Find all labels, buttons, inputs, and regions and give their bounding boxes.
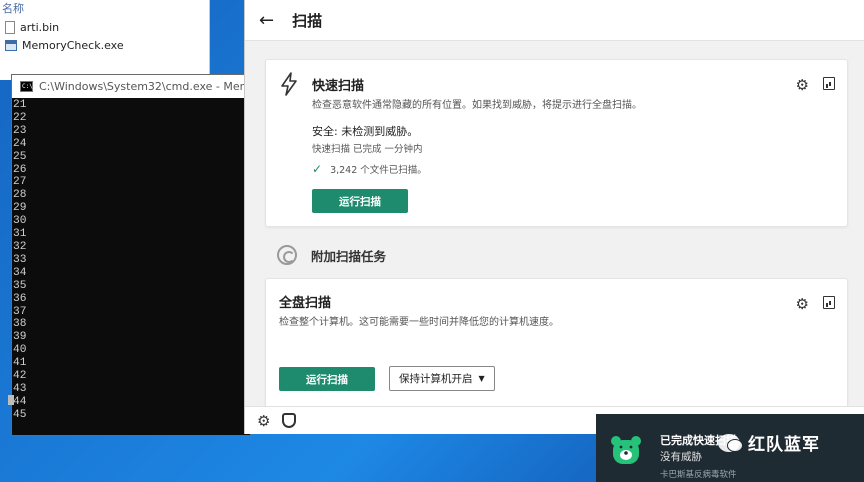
settings-gear-icon[interactable]: ⚙ — [257, 412, 270, 430]
scan-completed-time: 快速扫描 已完成 一分钟内 — [312, 144, 423, 155]
executable-icon — [5, 39, 17, 51]
quick-scan-actions: ⚙ — [796, 76, 835, 94]
cmd-window[interactable]: C:\ C:\Windows\System32\cmd.exe - Memory… — [8, 74, 251, 436]
page-title: 扫描 — [292, 11, 323, 30]
cmd-line: 36 — [13, 292, 27, 305]
cmd-line: 39 — [13, 331, 27, 344]
kaspersky-bear-icon — [611, 436, 641, 464]
toast-message: 没有威胁 — [660, 451, 702, 463]
back-arrow-icon[interactable]: ← — [259, 10, 274, 31]
cmd-line: 24 — [13, 137, 27, 150]
scroll-marker — [8, 395, 14, 405]
cmd-line: 38 — [13, 318, 27, 331]
toast-source: 卡巴斯基反病毒软件 — [660, 470, 737, 480]
cmd-icon: C:\ — [20, 81, 33, 92]
cmd-line: 23 — [13, 124, 27, 137]
shield-icon[interactable] — [282, 413, 297, 428]
full-scan-title: 全盘扫描 — [279, 296, 332, 311]
cmd-line: 34 — [13, 266, 27, 279]
cmd-line: 25 — [13, 150, 27, 163]
file-item-arti-bin[interactable]: arti.bin — [5, 19, 59, 35]
chat-bubble-icon — [718, 433, 743, 452]
additional-tasks-heading: 附加扫描任务 — [277, 245, 386, 265]
quick-scan-description: 检查恶意软件通常隐藏的所有位置。如果找到威胁，将提示进行全盘扫描。 — [312, 100, 642, 111]
file-name: arti.bin — [20, 20, 60, 34]
gear-icon[interactable]: ⚙ — [796, 76, 809, 94]
cmd-title: C:\Windows\System32\cmd.exe - MemoryChec… — [39, 80, 250, 93]
cmd-line: 32 — [13, 240, 27, 253]
scan-header: ← 扫描 — [245, 0, 864, 41]
cmd-line: 29 — [13, 202, 27, 215]
cmd-line: 35 — [13, 279, 27, 292]
file-explorer-window: 名称 arti.bin MemoryCheck.exe — [0, 0, 210, 80]
cmd-line: 41 — [13, 357, 27, 370]
full-scan-actions: ⚙ — [796, 295, 835, 313]
file-name: MemoryCheck.exe — [22, 38, 124, 52]
kaspersky-scan-window: ← 扫描 快速扫描 检查恶意软件通常隐藏的所有位置。如果找到威胁，将提示进行全盘… — [244, 0, 864, 434]
quick-scan-title: 快速扫描 — [312, 79, 365, 94]
file-item-memorycheck-exe[interactable]: MemoryCheck.exe — [5, 37, 124, 53]
cmd-line: 40 — [13, 344, 27, 357]
report-icon[interactable] — [823, 77, 835, 90]
full-scan-run-button[interactable]: 运行扫描 — [279, 367, 375, 391]
cmd-line: 44 — [13, 395, 27, 408]
report-icon[interactable] — [823, 296, 835, 309]
target-icon — [277, 245, 297, 265]
chevron-down-icon: ▼ — [478, 374, 485, 383]
full-scan-card: 全盘扫描 检查整个计算机。这可能需要一些时间并降低您的计算机速度。 ⚙ 运行扫描… — [265, 278, 848, 413]
quick-scan-run-button[interactable]: 运行扫描 — [312, 189, 408, 213]
files-scanned-count: 3,242 个文件已扫描。 — [330, 165, 427, 176]
cmd-line: 31 — [13, 228, 27, 241]
column-header-name[interactable]: 名称 — [2, 0, 24, 16]
cmd-titlebar[interactable]: C:\ C:\Windows\System32\cmd.exe - Memory… — [12, 75, 250, 98]
quick-scan-card: 快速扫描 检查恶意软件通常隐藏的所有位置。如果找到威胁，将提示进行全盘扫描。 ⚙… — [265, 59, 848, 227]
check-icon: ✓ — [312, 162, 323, 176]
lightning-icon — [281, 72, 297, 96]
cmd-line: 42 — [13, 370, 27, 383]
full-scan-description: 检查整个计算机。这可能需要一些时间并降低您的计算机速度。 — [279, 317, 559, 328]
cmd-line: 30 — [13, 215, 27, 228]
cmd-line: 37 — [13, 305, 27, 318]
keep-awake-label: 保持计算机开启 — [399, 373, 473, 385]
cmd-line: 26 — [13, 163, 27, 176]
cmd-line: 22 — [13, 111, 27, 124]
keep-awake-dropdown[interactable]: 保持计算机开启 ▼ — [389, 366, 495, 391]
gear-icon[interactable]: ⚙ — [796, 295, 809, 313]
file-icon — [5, 20, 15, 34]
watermark-text: 红队蓝军 — [748, 435, 820, 455]
scan-status: 安全: 未检测到威胁。 — [312, 125, 419, 138]
cmd-line: 21 — [13, 99, 27, 111]
files-scanned-row: ✓ 3,242 个文件已扫描。 — [312, 162, 427, 176]
cmd-line: 43 — [13, 382, 27, 395]
cmd-line: 28 — [13, 189, 27, 202]
cmd-line: 33 — [13, 253, 27, 266]
cmd-line: 45 — [13, 408, 27, 421]
cmd-line: 27 — [13, 176, 27, 189]
additional-tasks-title: 附加扫描任务 — [311, 248, 387, 264]
cmd-output: 21 22 23 24 25 26 27 28 29 30 31 32 33 34 35 36 37 38 39 40… — [12, 98, 250, 422]
watermark: 红队蓝军 — [718, 430, 820, 455]
